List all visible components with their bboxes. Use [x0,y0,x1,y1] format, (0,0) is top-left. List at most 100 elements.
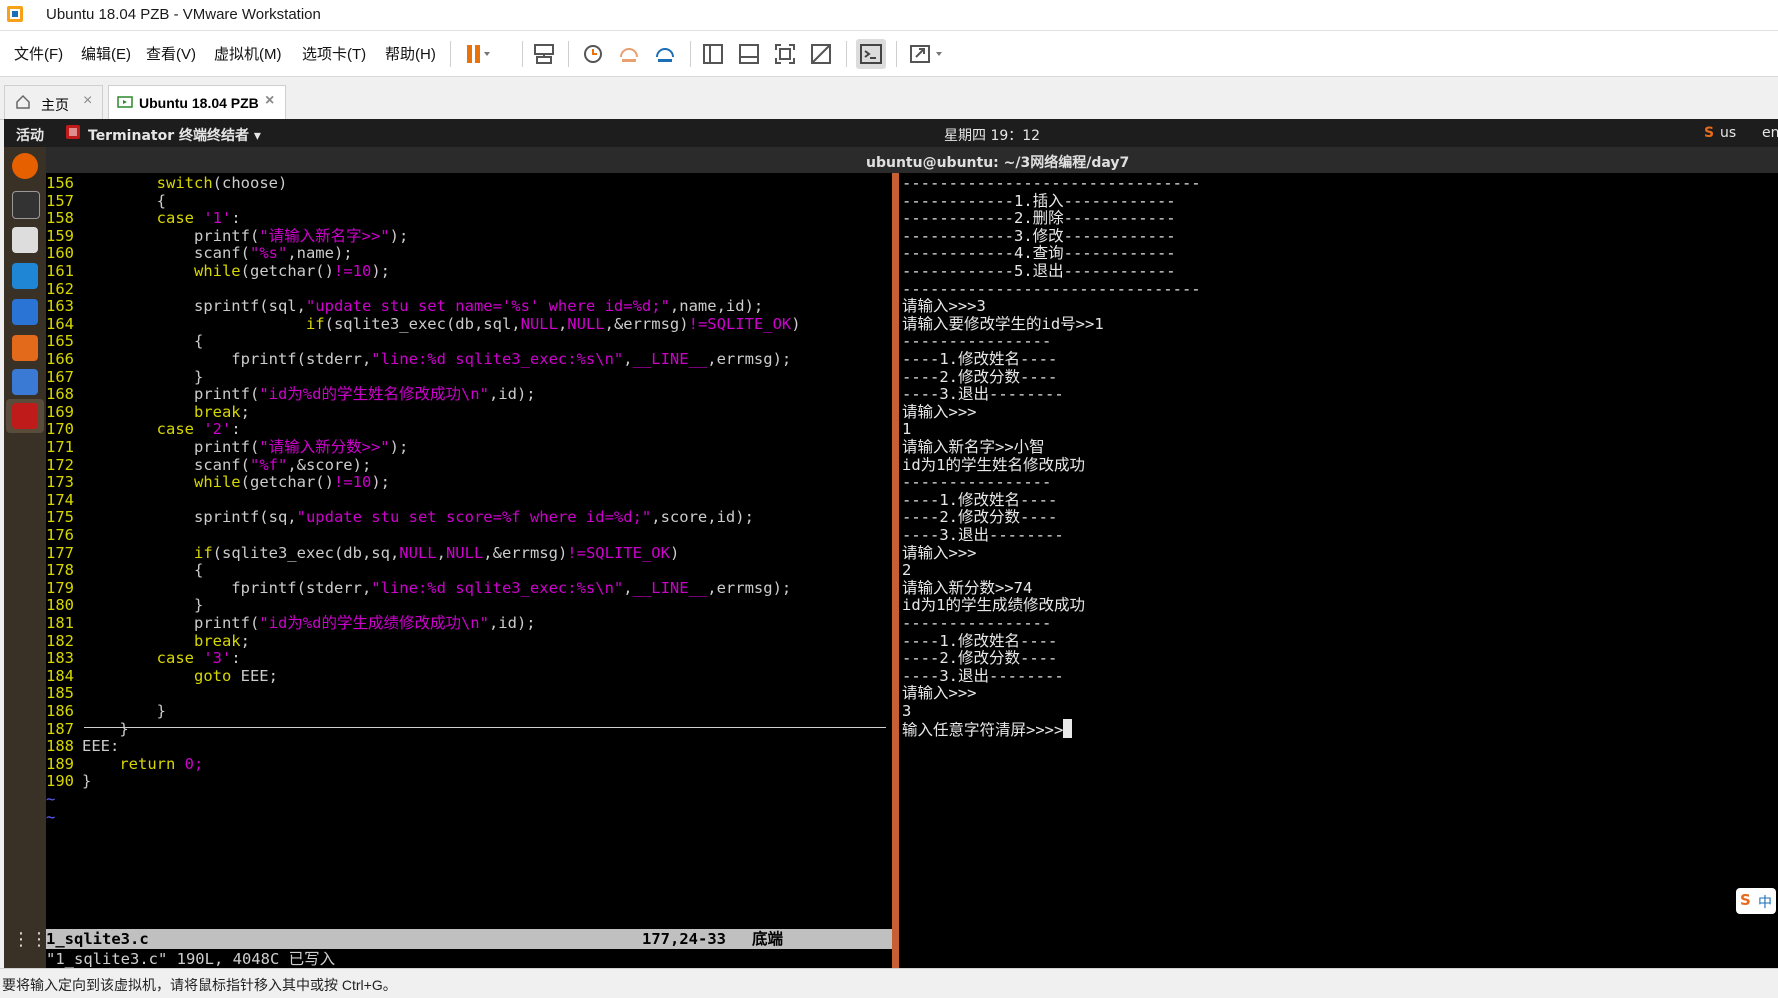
vim-line-text: while(getchar()!=10); [193,473,390,492]
vim-line-text: sprintf(sql,"update stu set name='%s' wh… [82,297,764,316]
vim-line-text: if(sqlite3_exec(db,sq,NULL,NULL,&errmsg)… [193,543,680,562]
terminal-prompt-icon [860,44,882,64]
tab-home-label: 主页 [41,97,69,113]
stretch-icon [910,45,942,63]
vm-icon [117,96,133,108]
network-tool-icon[interactable] [12,369,38,395]
menu-file[interactable]: 文件(F) [14,43,63,64]
vim-line-text: printf("id为%d的学生姓名修改成功\n",id); [82,385,536,404]
ime-mode-label: 中 [1758,895,1772,911]
files-icon[interactable] [12,227,38,253]
vim-line-text: { [82,561,204,580]
vim-line-text: } [82,596,204,615]
panel-layout-icon [739,44,759,64]
toolbar-separator [450,41,451,67]
revert-icon [620,48,638,62]
toolbar-separator [522,41,523,67]
vmware-logo-icon [7,6,23,22]
vim-line-text: switch(choose) [156,174,288,192]
vim-line-text: if(sqlite3_exec(db,sql,NULL,NULL,&errmsg… [305,314,801,333]
vim-statusline: 1_sqlite3.c 177,24-33 底端 [46,929,892,949]
right-terminal-pane[interactable]: -------------------------------- --------… [902,173,1778,968]
sogou-icon: S [1704,125,1715,141]
pause-button[interactable] [460,39,490,69]
snapshot-button[interactable] [578,39,608,69]
vim-line-text: break; [193,631,250,650]
close-icon[interactable]: × [265,92,274,110]
firefox-icon[interactable] [12,153,38,179]
toolbar-separator [690,41,691,67]
vim-editor-pane[interactable]: 156 switch(choose) 157 {158 case '1': 159 … [46,173,892,968]
toolbar-separator [568,41,569,67]
vim-line: 173 while(getchar()!=10); [46,472,390,492]
vim-line: 175 sprintf(sq,"update stu set score=%f … [46,507,754,527]
activities-button[interactable]: 活动 [16,125,44,145]
menu-vm[interactable]: 虚拟机(M) [214,43,282,64]
vim-line-text: fprintf(stderr,"line:%d sqlite3_exec:%s\… [82,578,792,597]
menu-edit[interactable]: 编辑(E) [81,43,131,64]
vim-line-text: EEE: [82,737,120,756]
send-keys-button[interactable] [529,39,559,69]
pane-splitter[interactable] [892,173,899,968]
terminator-icon[interactable] [12,403,38,429]
vm-display[interactable]: 活动 Terminator 终端终结者 ▾ 星期四 19：12 S us en … [4,119,1778,968]
fullscreen-icon [775,44,795,64]
snapshot-manager-button[interactable] [650,39,680,69]
vim-line-text: } [82,702,166,720]
no-unity-icon [811,44,831,64]
tab-vm-label: Ubuntu 18.04 PZB [139,95,259,111]
vim-line: 161 while(getchar()!=10); [46,261,390,281]
terminal-cursor [1063,718,1073,738]
console-view-button[interactable] [856,39,886,69]
vim-line-text: case '1': [156,209,241,228]
vim-line-text: printf("请输入新名字>>"); [82,226,409,245]
revert-snapshot-button[interactable] [614,39,644,69]
vim-editor-icon[interactable] [12,299,38,325]
vim-line-text: fprintf(stderr,"line:%d sqlite3_exec:%s\… [82,350,792,368]
vscode-icon[interactable] [12,263,38,289]
stretch-button[interactable] [906,39,950,69]
menu-view[interactable]: 查看(V) [146,43,196,64]
library-button[interactable] [698,39,728,69]
terminal-line: 输入任意字符清屏>>>> [902,718,1073,739]
vim-line-text: goto EEE; [193,666,278,685]
keyboard-layout[interactable]: us [1720,125,1736,141]
app-menu[interactable]: Terminator 终端终结者 ▾ [88,125,261,145]
sogou-logo-icon: S [1740,891,1751,909]
vim-line-text: scanf("%s",name); [82,244,353,263]
vim-line-text: { [82,332,204,351]
language-indicator[interactable]: en [1762,125,1778,141]
terminal-line: 请输入>>> [902,402,977,421]
terminal-line: 请输入>>> [902,543,977,562]
snapshot-manager-icon [656,48,674,62]
vim-status-position: 177,24-33 [642,930,726,948]
vim-status-scroll: 底端 [752,930,784,948]
computer-keys-icon [534,44,554,64]
tab-home[interactable]: 主页 × [4,85,103,119]
unity-button[interactable] [806,39,836,69]
menu-tabs[interactable]: 选项卡(T) [302,43,366,64]
sidebar-layout-icon [703,44,723,64]
terminal-icon[interactable] [12,191,40,219]
clock[interactable]: 星期四 19：12 [944,125,1040,145]
vim-line-text: } [82,772,92,791]
tab-ubuntu-vm[interactable]: Ubuntu 18.04 PZB × [108,85,286,119]
fullscreen-button[interactable] [770,39,800,69]
status-bar: 要将输入定向到该虚拟机，请将鼠标指针移入其中或按 Ctrl+G。 [0,968,1778,998]
vim-line-text: case '3': [156,649,241,668]
menu-help[interactable]: 帮助(H) [385,43,436,64]
terminal-line: 请输入>>> [902,684,977,703]
thumbnail-button[interactable] [734,39,764,69]
vim-line-text: printf("id为%d的学生成绩修改成功\n",id); [82,614,536,632]
vim-line-text: case '2': [156,420,241,439]
snapshot-clock-icon [584,45,602,63]
ime-toolbar[interactable]: S 中 [1736,888,1776,914]
vim-line-text: } [82,719,129,738]
close-icon[interactable]: × [83,92,92,110]
status-message: 要将输入定向到该虚拟机，请将鼠标指针移入其中或按 Ctrl+G。 [2,977,397,993]
show-apps-grid-icon[interactable]: ⋮⋮ [12,927,48,953]
window-titlebar: Ubuntu 18.04 PZB - VMware Workstation [0,0,1778,31]
vim-line-text: sprintf(sq,"update stu set score=%f wher… [82,508,754,527]
software-center-icon[interactable] [12,335,38,361]
tab-bar: 主页 × Ubuntu 18.04 PZB × [0,77,1778,120]
